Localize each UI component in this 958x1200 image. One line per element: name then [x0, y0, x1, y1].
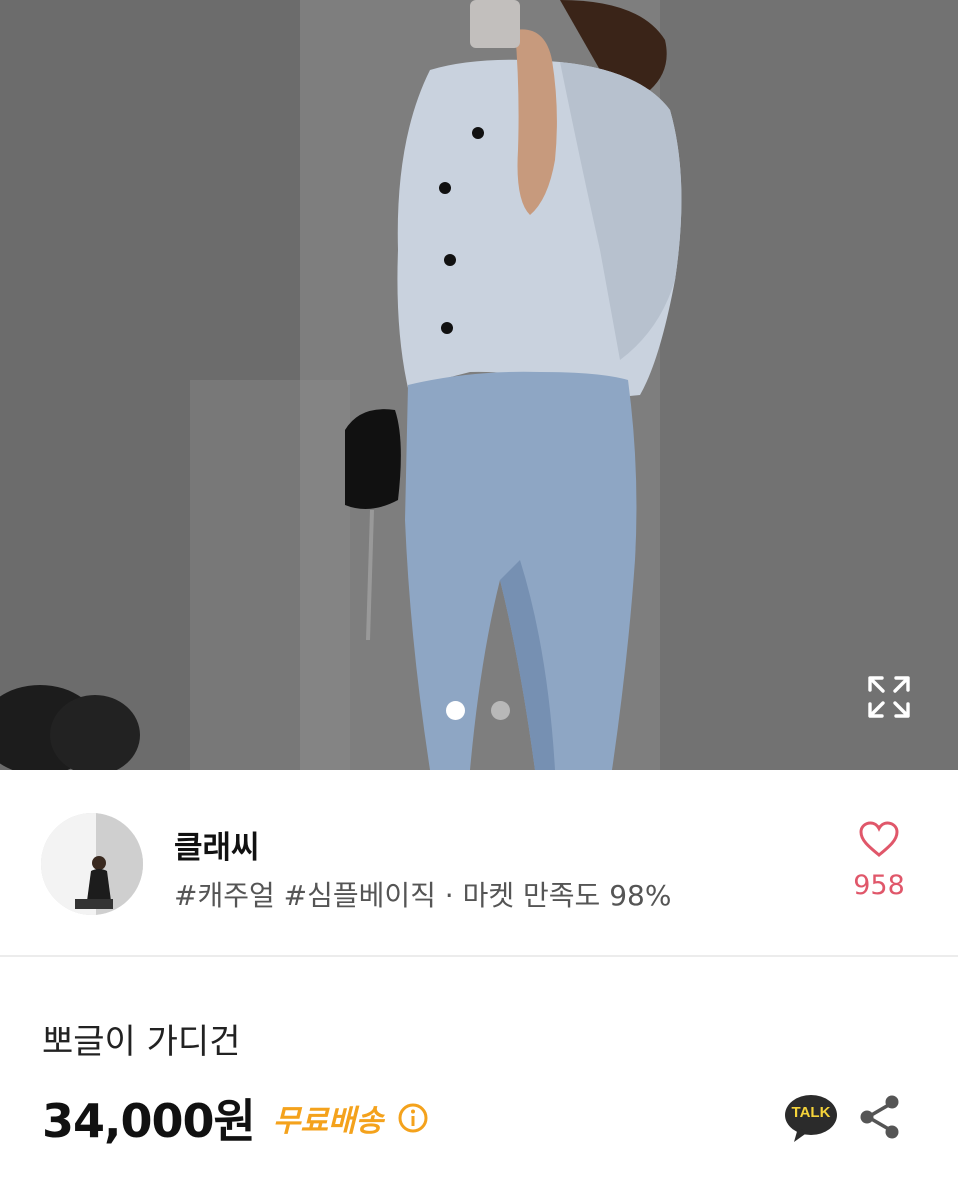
- like-count: 958: [853, 870, 905, 901]
- store-name[interactable]: 클래씨: [174, 822, 260, 867]
- product-photo: [0, 0, 958, 770]
- cart-icon[interactable]: [866, 0, 910, 8]
- expand-icon[interactable]: [866, 674, 912, 720]
- carousel-indicator[interactable]: [446, 701, 510, 720]
- carousel-dot-1[interactable]: [446, 701, 465, 720]
- section-divider: [0, 955, 958, 957]
- carousel-dot-2[interactable]: [491, 701, 510, 720]
- store-info[interactable]: 클래씨 #캐주얼 #심플베이직 · 마켓 만족도 98% 958: [0, 770, 958, 956]
- avatar-image: [41, 813, 143, 915]
- heart-icon: [859, 821, 899, 857]
- product-price: 34,000원: [42, 1094, 256, 1148]
- product-title: 뽀글이 가디건: [42, 1022, 241, 1062]
- product-image[interactable]: [0, 0, 958, 770]
- store-avatar[interactable]: [41, 813, 143, 915]
- talk-label: TALK: [791, 1104, 831, 1121]
- info-icon[interactable]: [397, 1102, 429, 1134]
- shipping-badge: 무료배송: [272, 1104, 384, 1139]
- share-icon[interactable]: [858, 1094, 902, 1140]
- like-button[interactable]: 958: [848, 820, 910, 901]
- price-row: 34,000원 무료배송: [42, 1088, 429, 1148]
- back-icon[interactable]: [64, 0, 92, 6]
- talk-button[interactable]: TALK: [784, 1094, 838, 1144]
- store-tags: #캐주얼 #심플베이직 · 마켓 만족도 98%: [174, 879, 672, 912]
